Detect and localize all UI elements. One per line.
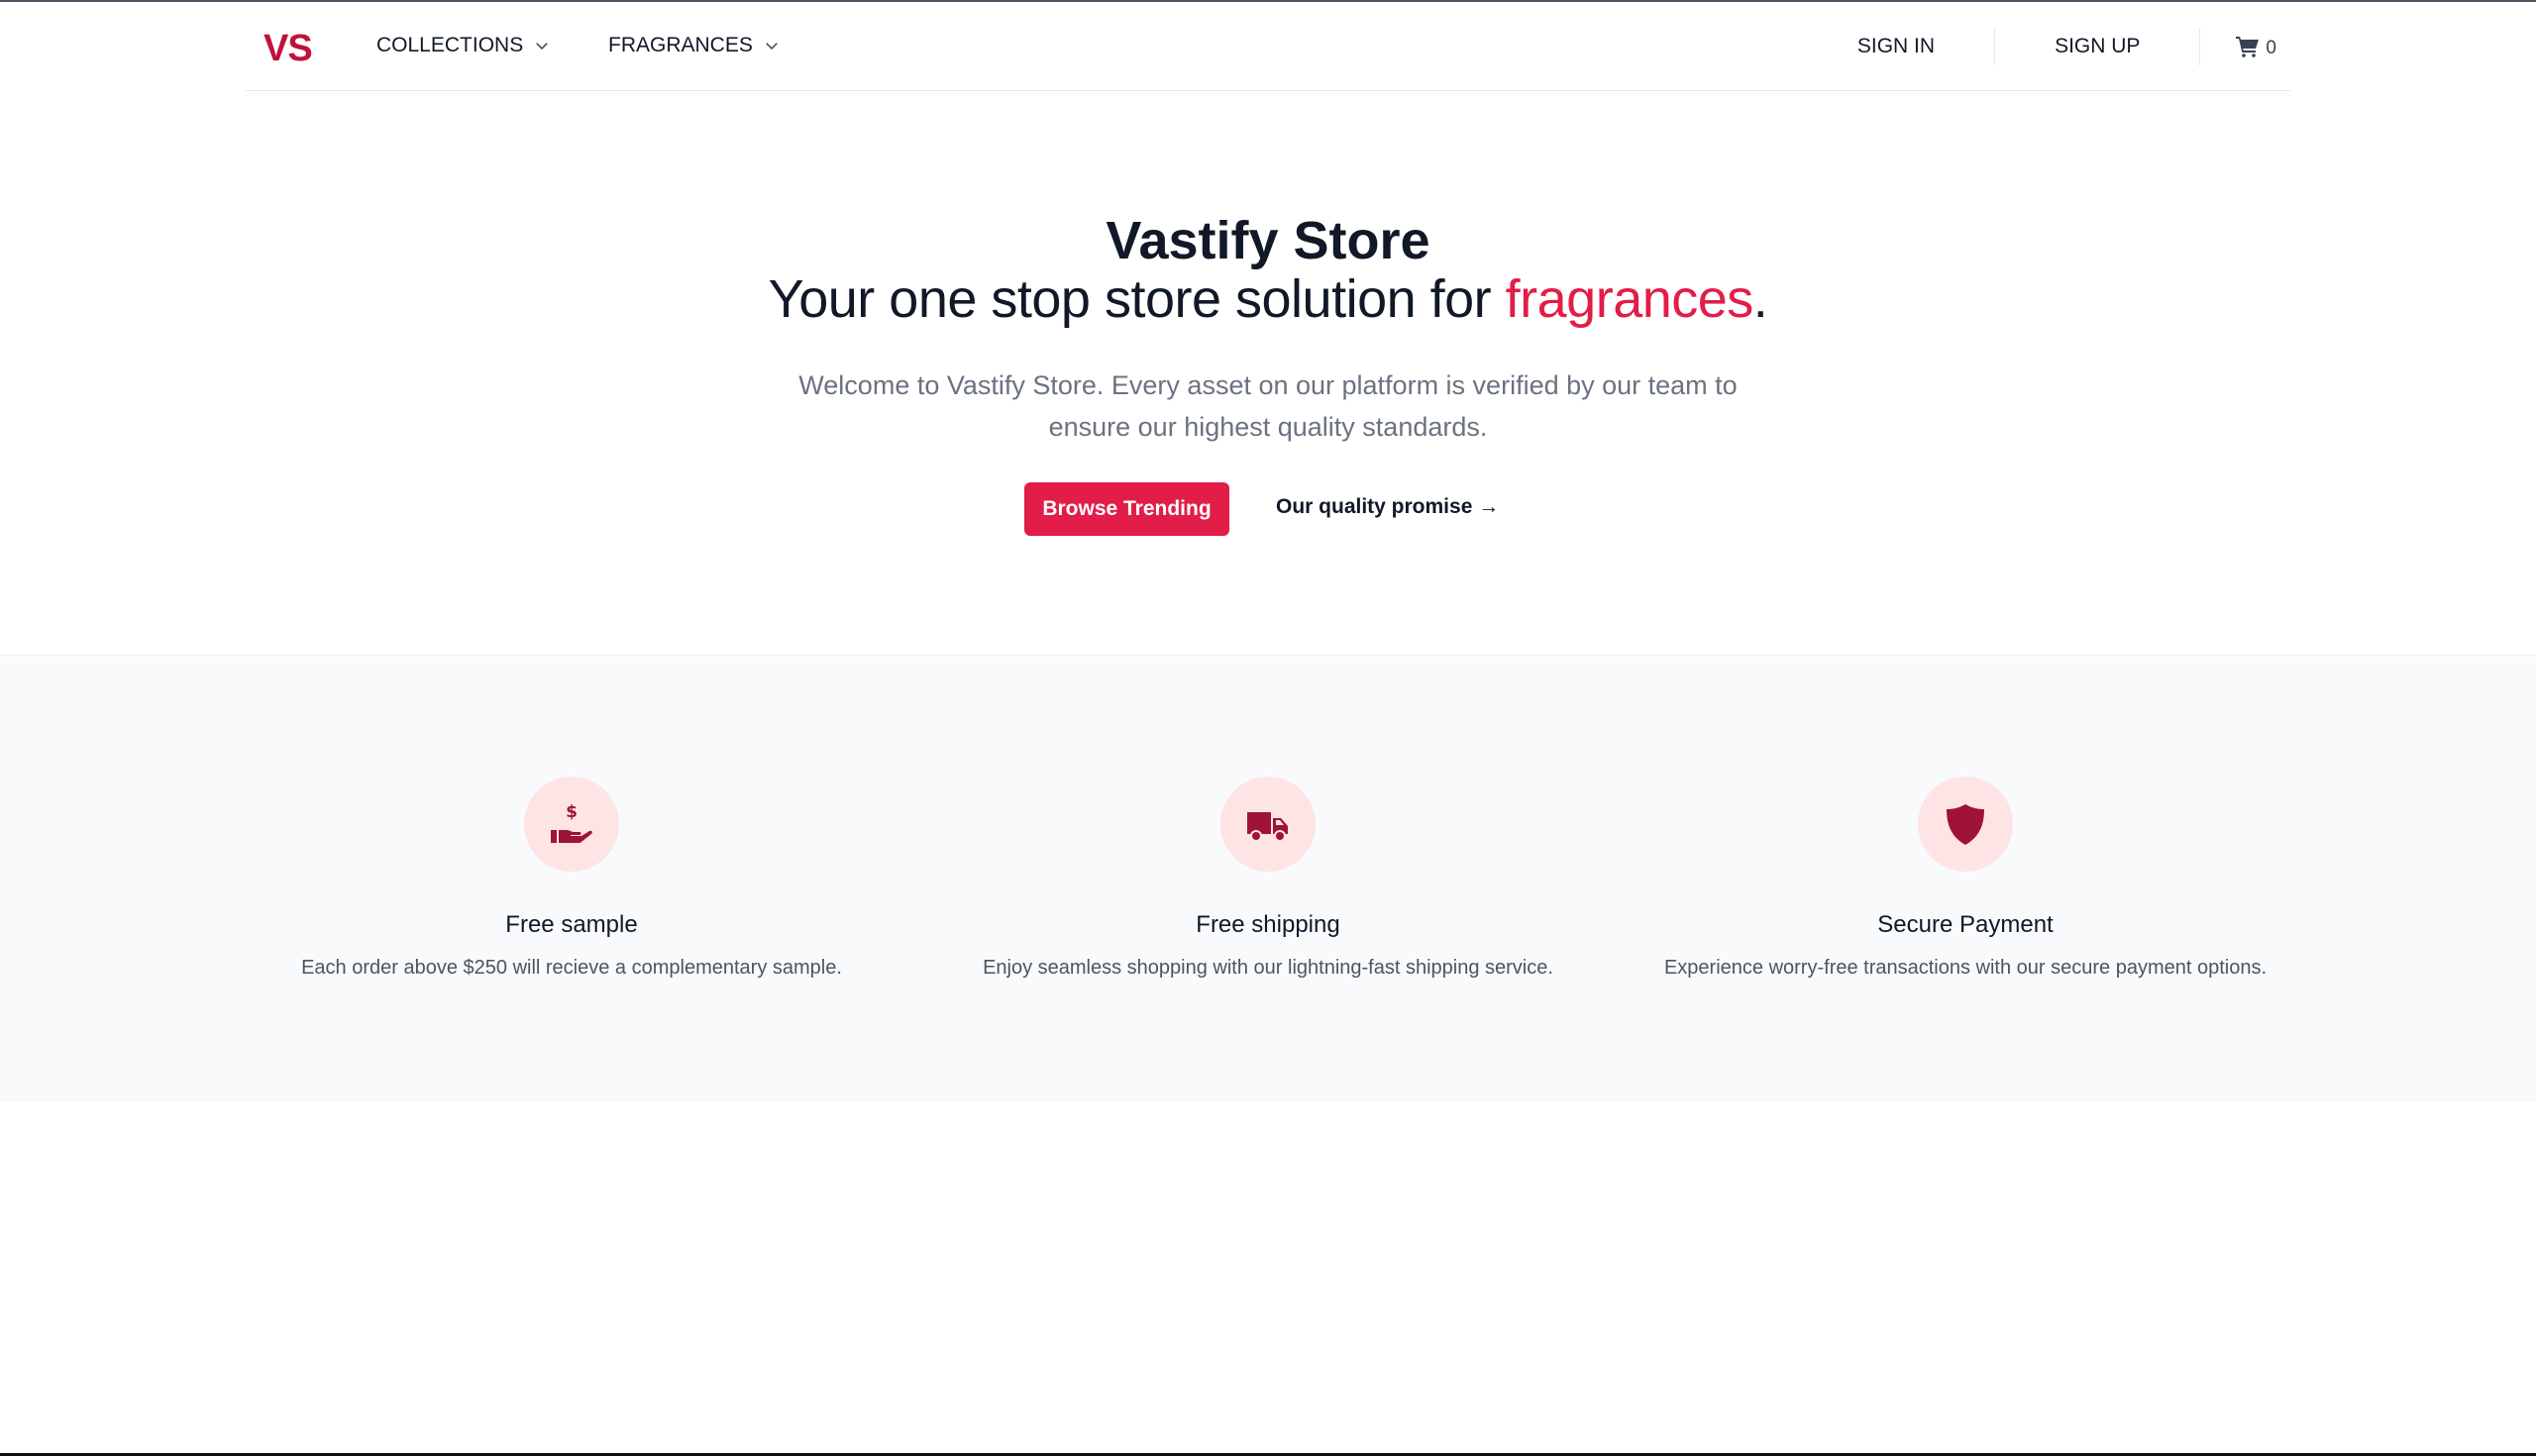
feature-description: Enjoy seamless shopping with our lightni… bbox=[983, 957, 1553, 979]
hero-subtitle-accent: fragrances bbox=[1505, 269, 1754, 329]
nav-divider bbox=[1994, 28, 1996, 65]
feature-icon-circle bbox=[1918, 777, 2013, 872]
feature-description: Each order above $250 will recieve a com… bbox=[301, 957, 842, 979]
fragrances-menu[interactable]: FRAGRANCES bbox=[608, 34, 781, 57]
nav-divider bbox=[2199, 28, 2201, 65]
hero-section: Vastify Store Your one stop store soluti… bbox=[0, 91, 2536, 655]
cart-icon bbox=[2236, 37, 2260, 57]
feature-title: Free shipping bbox=[1196, 911, 1340, 938]
hero-title: Vastify Store bbox=[1106, 211, 1430, 270]
collections-menu[interactable]: COLLECTIONS bbox=[376, 34, 551, 57]
cart-button[interactable]: 0 bbox=[2236, 34, 2276, 59]
account-links: SIGN IN SIGN UP 0 bbox=[1857, 2, 2290, 91]
feature-icon-circle bbox=[1220, 777, 1316, 872]
sign-in-link[interactable]: SIGN IN bbox=[1857, 35, 1935, 58]
feature-description: Experience worry-free transactions with … bbox=[1663, 957, 2268, 979]
shield-icon bbox=[1947, 804, 1984, 845]
top-navigation: VS COLLECTIONS FRAGRANCES SIGN IN SIGN U… bbox=[246, 2, 2290, 91]
svg-text:$: $ bbox=[566, 802, 578, 822]
chevron-down-icon bbox=[766, 43, 778, 51]
feature-title: Free sample bbox=[505, 911, 638, 938]
hand-dollar-icon: $ bbox=[551, 802, 592, 843]
hero-description: Welcome to Vastify Store. Every asset on… bbox=[798, 370, 1738, 442]
hero-subtitle: Your one stop store solution for fragran… bbox=[0, 268, 2536, 330]
browse-trending-button[interactable]: Browse Trending bbox=[1024, 482, 1229, 536]
hero-subtitle-suffix: . bbox=[1752, 269, 1768, 329]
sign-up-link[interactable]: SIGN UP bbox=[2055, 35, 2140, 58]
truck-icon bbox=[1247, 812, 1288, 842]
store-logo[interactable]: VS bbox=[264, 28, 313, 70]
feature-icon-circle: $ bbox=[524, 777, 619, 872]
chevron-down-icon bbox=[536, 43, 548, 51]
feature-title: Secure Payment bbox=[1877, 911, 2054, 938]
fragrances-label: FRAGRANCES bbox=[608, 34, 753, 56]
quality-promise-link[interactable]: Our quality promise → bbox=[1276, 495, 1499, 519]
cart-count: 0 bbox=[2266, 38, 2276, 58]
hero-subtitle-prefix: Your one stop store solution for bbox=[768, 269, 1506, 329]
features-section: $ Free sample Each order above $250 will… bbox=[0, 655, 2536, 1102]
collections-label: COLLECTIONS bbox=[376, 34, 524, 56]
